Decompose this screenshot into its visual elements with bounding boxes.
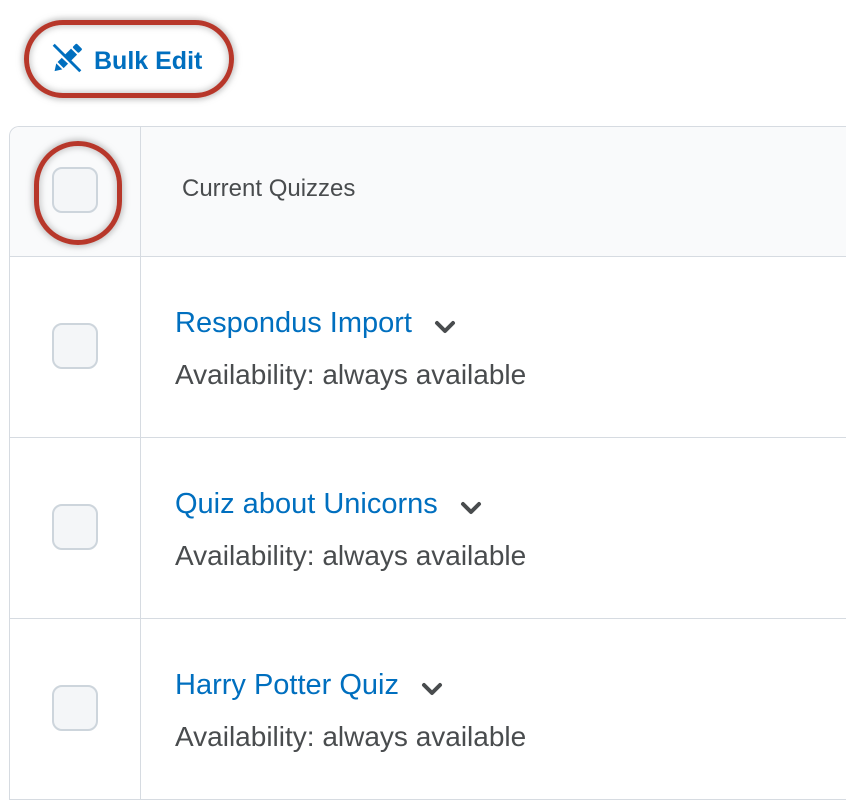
availability-text: Availability: always available xyxy=(175,721,527,752)
quiz-cell: Harry Potter Quiz Availability: always a… xyxy=(141,619,846,799)
column-header-current-quizzes: Current Quizzes xyxy=(182,175,356,202)
availability-text: Availability: always available xyxy=(175,540,527,571)
quiz-table: Current Quizzes Respondus Import Availab… xyxy=(9,126,846,800)
table-row: Quiz about Unicorns Availability: always… xyxy=(10,438,846,619)
chevron-down-icon[interactable] xyxy=(432,314,458,340)
quiz-link[interactable]: Quiz about Unicorns xyxy=(175,488,438,521)
select-cell xyxy=(10,438,141,618)
quiz-cell: Quiz about Unicorns Availability: always… xyxy=(141,438,846,618)
row-checkbox[interactable] xyxy=(52,685,98,731)
select-all-checkbox[interactable] xyxy=(52,167,98,213)
table-header-row: Current Quizzes xyxy=(10,127,846,257)
quiz-link[interactable]: Harry Potter Quiz xyxy=(175,669,399,702)
bulk-edit-button[interactable]: Bulk Edit xyxy=(48,42,202,80)
table-row: Harry Potter Quiz Availability: always a… xyxy=(10,619,846,800)
table-row: Respondus Import Availability: always av… xyxy=(10,257,846,438)
row-checkbox[interactable] xyxy=(52,323,98,369)
row-checkbox[interactable] xyxy=(52,504,98,550)
select-cell xyxy=(10,127,141,256)
quiz-link[interactable]: Respondus Import xyxy=(175,307,412,340)
chevron-down-icon[interactable] xyxy=(419,676,445,702)
pencil-icon xyxy=(48,39,86,84)
availability-text: Availability: always available xyxy=(175,359,527,390)
select-cell xyxy=(10,257,141,437)
chevron-down-icon[interactable] xyxy=(458,495,484,521)
quiz-cell: Respondus Import Availability: always av… xyxy=(141,257,846,437)
bulk-edit-label: Bulk Edit xyxy=(94,46,203,75)
select-cell xyxy=(10,619,141,799)
title-column-cell: Current Quizzes xyxy=(141,127,846,256)
